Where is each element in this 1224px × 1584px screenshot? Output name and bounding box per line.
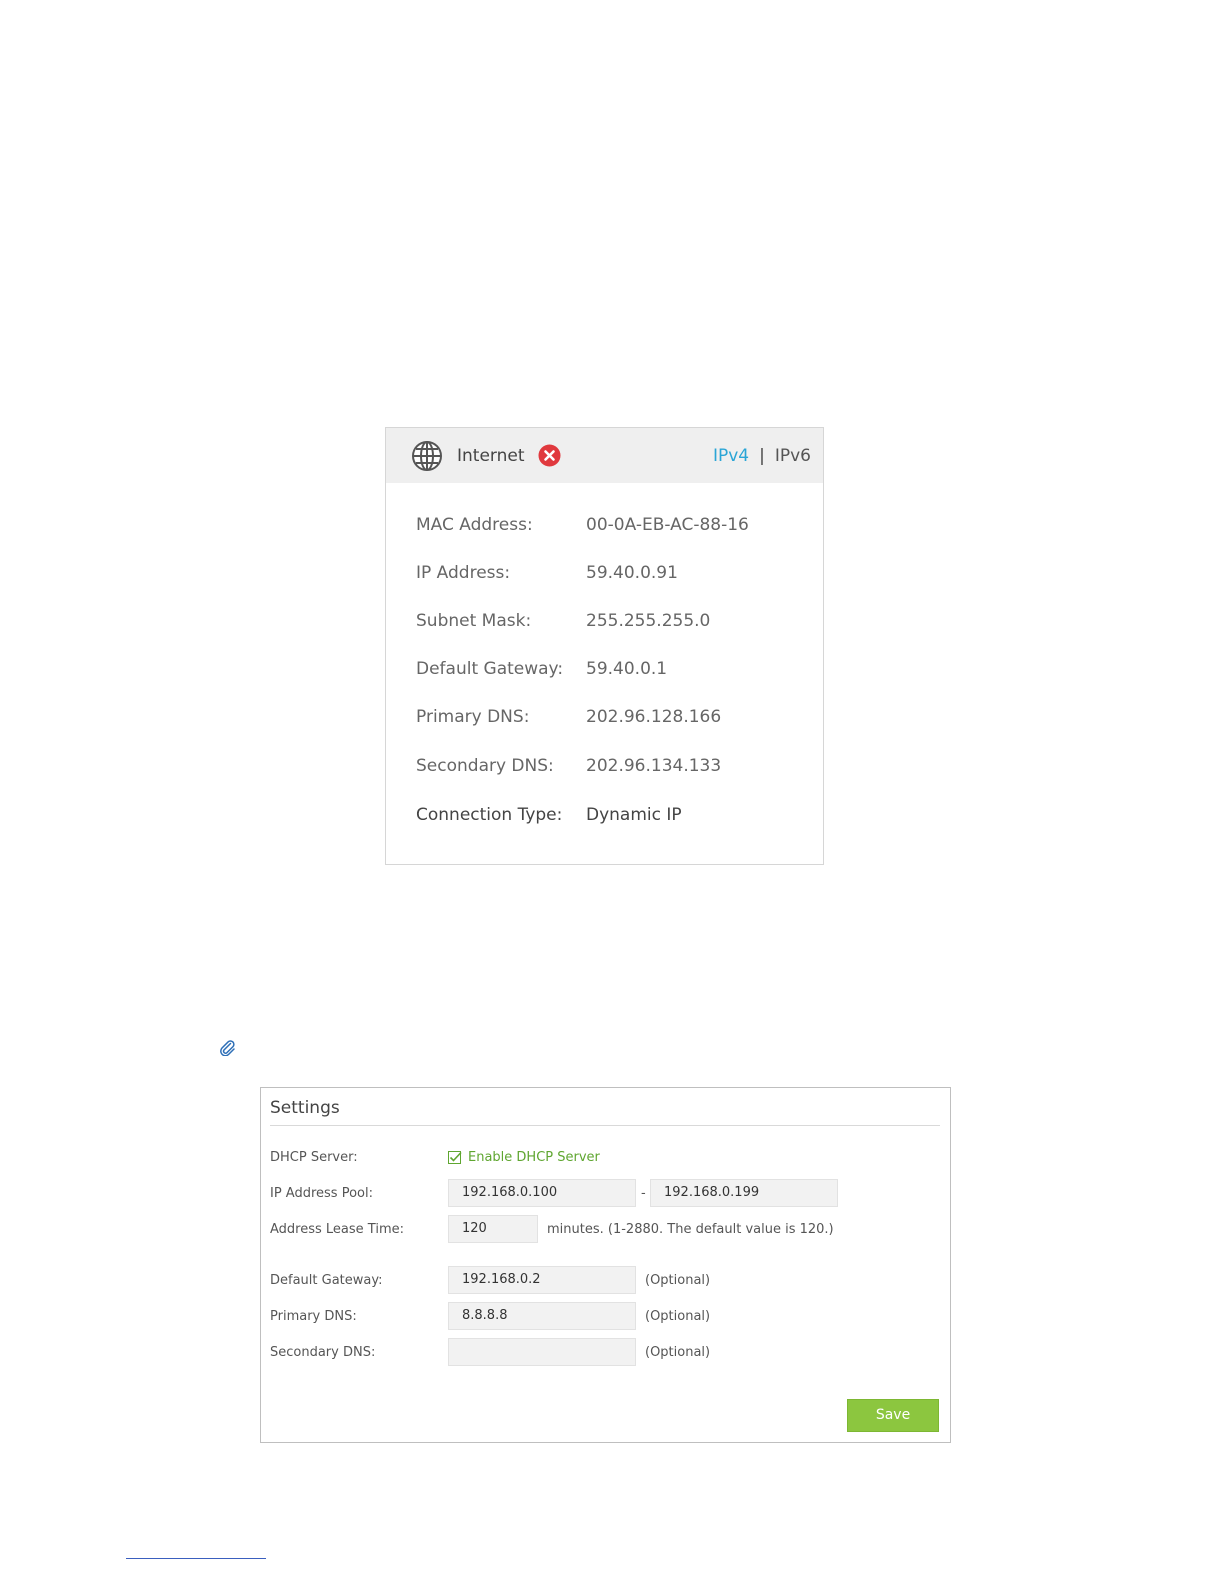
internet-panel-header: Internet IPv4 | IPv6 [386,428,823,483]
primary-dns-field-label: Primary DNS: [270,1309,357,1324]
ip-pool-label: IP Address Pool: [270,1186,373,1201]
ip-pool-end-input[interactable]: 192.168.0.199 [650,1179,838,1207]
globe-icon [412,441,442,471]
secondary-dns-input[interactable] [448,1338,636,1366]
secondary-dns-optional-note: (Optional) [645,1345,711,1360]
tab-separator: | [759,446,765,466]
footnote-divider [126,1558,266,1559]
ip-address-label: IP Address: [416,563,511,583]
gateway-label: Default Gateway: [270,1273,383,1288]
subnet-mask-label: Subnet Mask: [416,611,532,631]
mac-address-label: MAC Address: [416,515,533,535]
tab-ipv6[interactable]: IPv6 [775,446,811,466]
dhcp-server-label: DHCP Server: [270,1150,358,1165]
lease-time-note: minutes. (1-2880. The default value is 1… [547,1222,834,1237]
gateway-input[interactable]: 192.168.0.2 [448,1266,636,1294]
secondary-dns-label: Secondary DNS: [416,756,554,776]
subnet-mask-value: 255.255.255.0 [586,611,711,631]
paperclip-icon [220,1040,235,1056]
connection-type-value: Dynamic IP [586,805,682,825]
connection-type-label: Connection Type: [416,805,563,825]
gateway-optional-note: (Optional) [645,1273,711,1288]
internet-title: Internet [457,446,525,466]
lease-time-input[interactable]: 120 [448,1215,538,1243]
save-button[interactable]: Save [847,1399,939,1432]
enable-dhcp-label[interactable]: Enable DHCP Server [468,1150,600,1165]
primary-dns-value: 202.96.128.166 [586,707,722,727]
dhcp-settings-panel: Settings DHCP Server: Enable DHCP Server… [260,1087,951,1443]
settings-title: Settings [270,1098,340,1118]
settings-divider [270,1125,940,1126]
ip-pool-start-input[interactable]: 192.168.0.100 [448,1179,636,1207]
secondary-dns-value: 202.96.134.133 [586,756,722,776]
mac-address-value: 00-0A-EB-AC-88-16 [586,515,749,535]
lease-time-label: Address Lease Time: [270,1222,404,1237]
ip-version-tabs: IPv4 | IPv6 [713,445,811,467]
primary-dns-input[interactable]: 8.8.8.8 [448,1302,636,1330]
default-gateway-label: Default Gateway: [416,659,564,679]
error-x-icon [538,444,561,467]
enable-dhcp-checkbox[interactable]: Enable DHCP Server [448,1150,600,1165]
secondary-dns-field-label: Secondary DNS: [270,1345,376,1360]
tab-ipv4[interactable]: IPv4 [713,446,749,466]
primary-dns-label: Primary DNS: [416,707,530,727]
checkbox-checked-icon[interactable] [448,1150,462,1165]
ip-address-value: 59.40.0.91 [586,563,678,583]
internet-status-panel: Internet IPv4 | IPv6 MAC Address: 00-0A-EB… [385,427,824,865]
default-gateway-value: 59.40.0.1 [586,659,668,679]
ip-pool-separator: - [641,1186,646,1201]
primary-dns-optional-note: (Optional) [645,1309,711,1324]
